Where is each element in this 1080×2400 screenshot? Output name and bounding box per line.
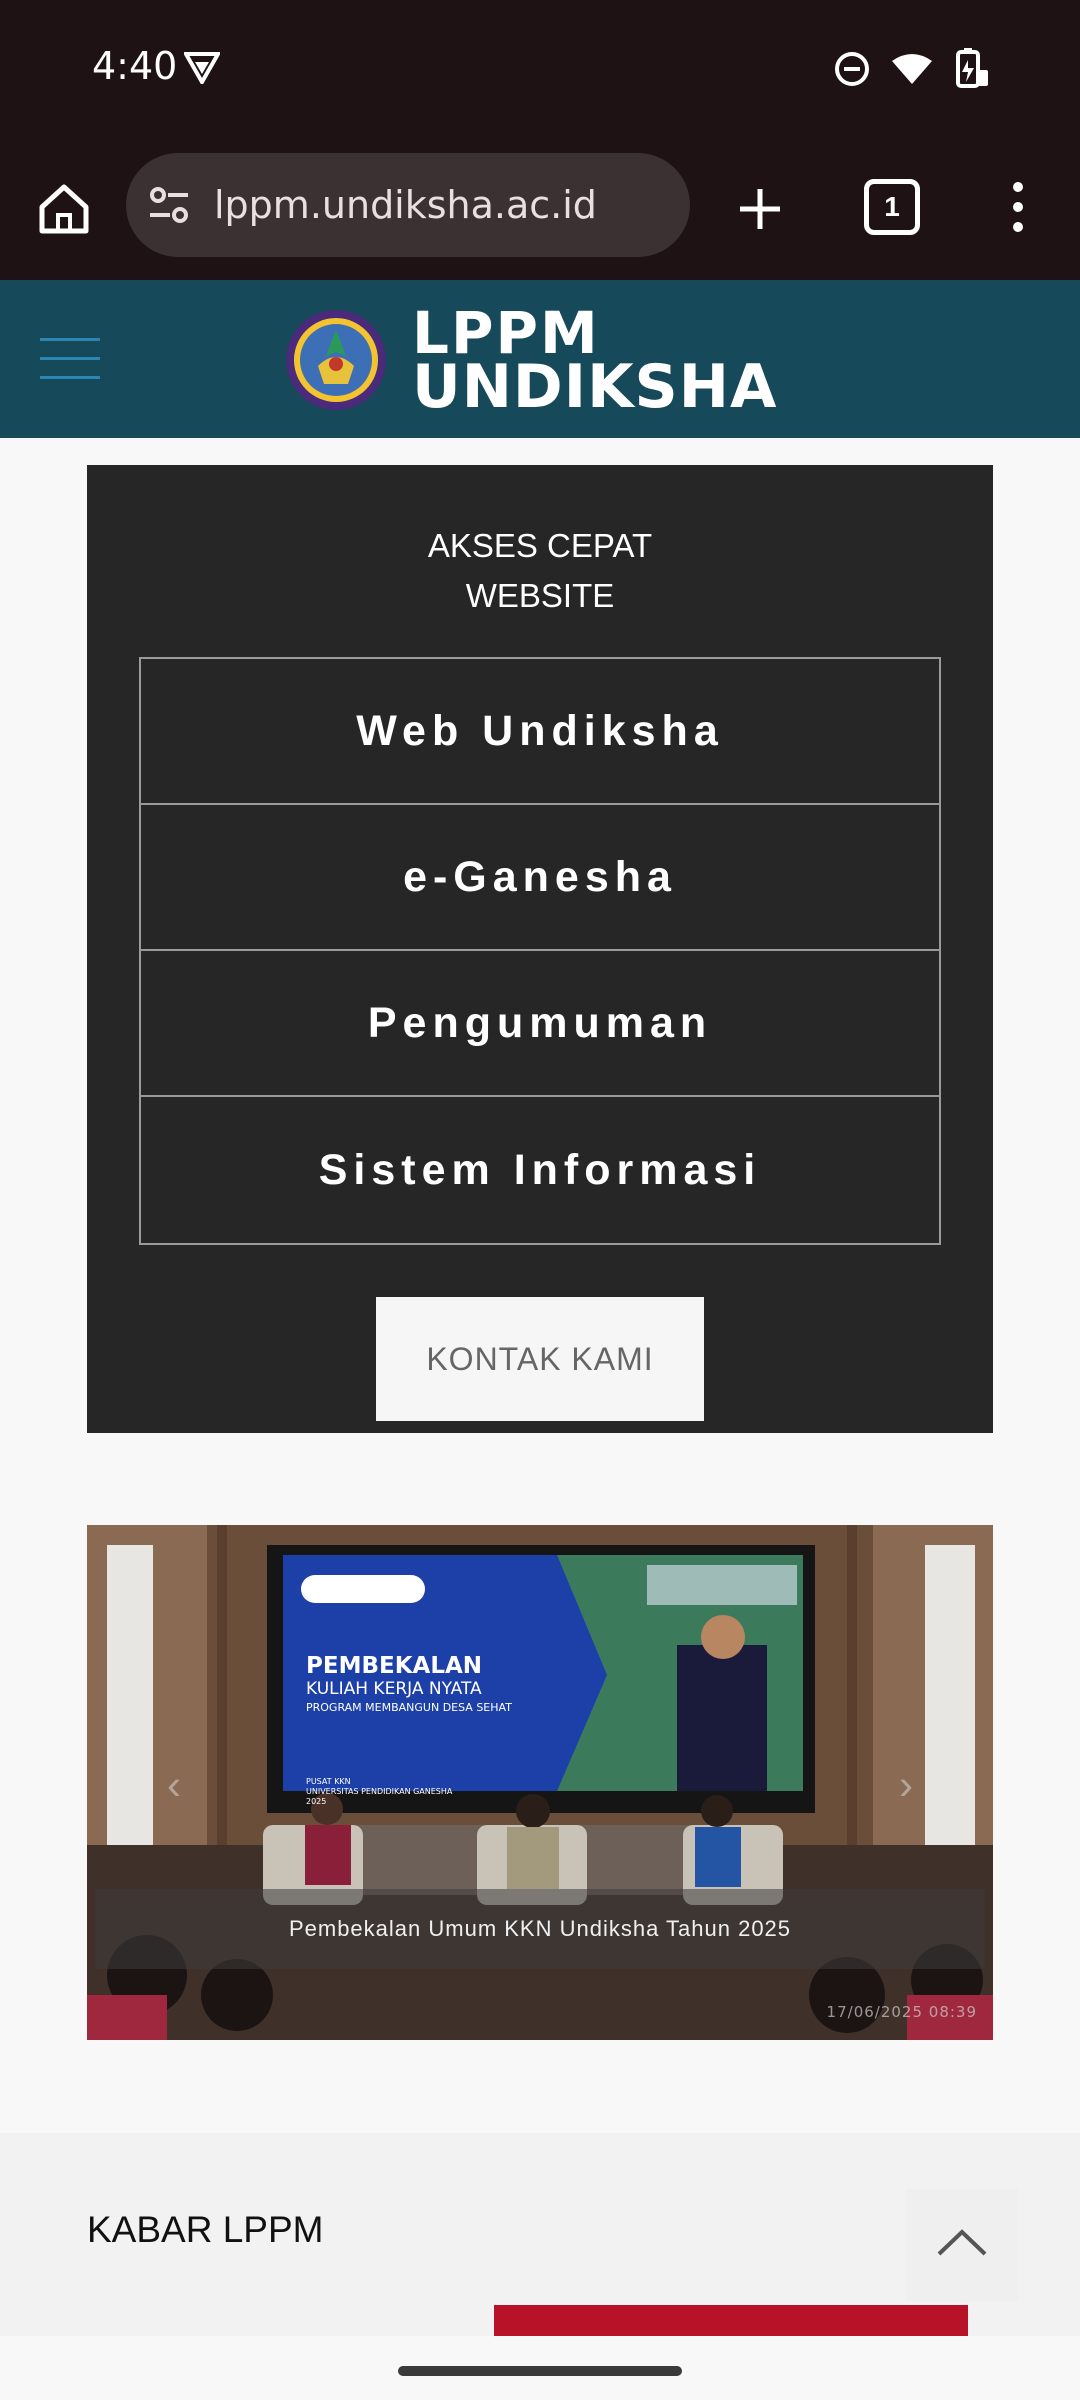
screen-year: 2025 [306,1797,327,1806]
screen-subtitle-1: KULIAH KERJA NYATA [306,1679,482,1699]
quick-access-title-line1: AKSES CEPAT [427,527,653,564]
scroll-to-top-button[interactable] [906,2189,1018,2301]
quick-link-e-ganesha[interactable]: e-Ganesha [141,805,939,951]
screen-heading: PEMBEKALAN [306,1653,483,1679]
hamburger-menu-icon[interactable] [40,336,100,382]
wifi-icon [892,53,932,90]
site-settings-icon[interactable] [146,182,192,228]
quick-link-web-undiksha[interactable]: Web Undiksha [141,659,939,805]
vpn-icon [182,50,222,89]
url-text: lppm.undiksha.ac.id [214,183,597,227]
browser-toolbar: lppm.undiksha.ac.id 1 [0,135,1080,280]
do-not-disturb-icon [834,51,870,92]
address-bar[interactable]: lppm.undiksha.ac.id [126,153,690,257]
gesture-nav-handle[interactable] [398,2366,682,2376]
quick-access-title: AKSES CEPAT WEBSITE [87,521,993,621]
carousel-next-icon[interactable]: › [899,1761,913,1809]
status-time: 4:40 [92,44,178,88]
battery-icon [954,48,990,95]
carousel-caption[interactable]: Pembekalan Umum KKN Undiksha Tahun 2025 [95,1889,985,1969]
screen-org-2: UNIVERSITAS PENDIDIKAN GANESHA [306,1787,453,1796]
screen-org-1: PUSAT KKN [306,1777,351,1786]
new-tab-icon[interactable] [730,179,790,239]
status-icons [834,48,990,95]
contact-button[interactable]: KONTAK KAMI [376,1297,704,1421]
logo-line-2: UNDIKSHA [412,352,778,422]
site-header: LPPM UNDIKSHA [0,280,1080,438]
site-logo-text[interactable]: LPPM UNDIKSHA [412,304,778,422]
quick-access-list: Web Undiksha e-Ganesha Pengumuman Sistem… [139,657,941,1245]
status-bar: 4:40 [0,0,1080,135]
quick-link-pengumuman[interactable]: Pengumuman [141,951,939,1097]
kabar-title: KABAR LPPM [87,2209,324,2250]
news-carousel[interactable]: PEMBEKALAN KULIAH KERJA NYATA PROGRAM ME… [87,1525,993,2040]
carousel-prev-icon[interactable]: ‹ [167,1761,181,1809]
undiksha-emblem-icon[interactable] [284,308,388,412]
screen-subtitle-2: PROGRAM MEMBANGUN DESA SEHAT [306,1701,512,1714]
quick-link-sistem-informasi[interactable]: Sistem Informasi [141,1097,939,1243]
quick-access-panel: AKSES CEPAT WEBSITE Web Undiksha e-Ganes… [87,465,993,1433]
chevron-up-icon [935,2228,989,2263]
quick-access-title-line2: WEBSITE [465,577,615,614]
home-icon[interactable] [34,179,94,239]
tab-switcher-button[interactable]: 1 [864,179,920,235]
carousel-date: 17/06/2025 08:39 [826,2003,977,2021]
more-menu-icon[interactable] [990,177,1046,237]
